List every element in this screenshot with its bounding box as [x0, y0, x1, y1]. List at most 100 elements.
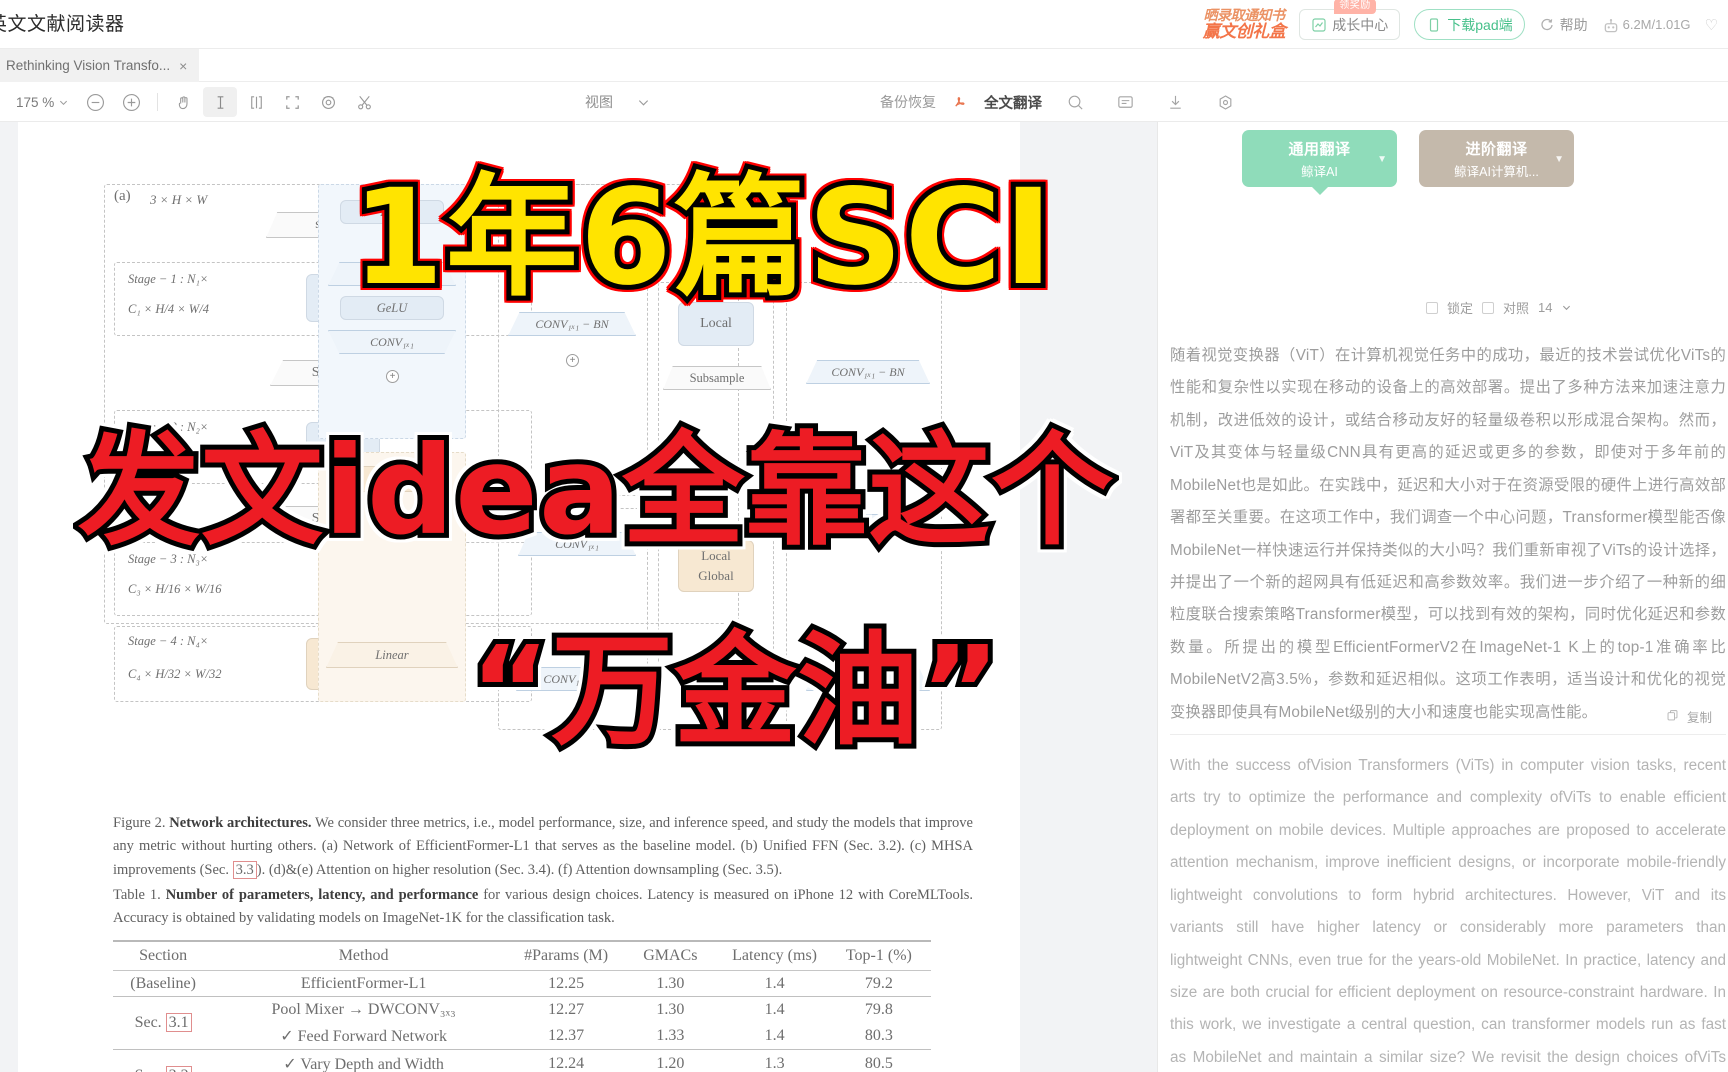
- search-icon[interactable]: [1058, 87, 1092, 117]
- panel-d-conv-label: CONV₁ₓ₁ − BN: [535, 316, 609, 331]
- eye-icon[interactable]: [311, 87, 345, 117]
- head-label: Head: [613, 632, 639, 646]
- figure-panel-e: [658, 282, 774, 730]
- panel-e-local2-label: Local: [701, 548, 731, 563]
- panel-c-conv-label: CONV₁ₓ₁: [555, 536, 599, 551]
- toolbar-divider: [157, 93, 159, 111]
- stage-4-shape: C₄ × H/32 × W/32: [128, 667, 222, 681]
- cell-method: Pool Mixer → DWCONV₃ₓ₃: [213, 996, 514, 1022]
- translation-options-bar: 锁定 对照 14: [1426, 298, 1571, 317]
- split-view-button[interactable]: [239, 87, 273, 117]
- copy-button[interactable]: 复制: [1666, 707, 1712, 726]
- cell-top1: 80.5: [826, 1049, 931, 1072]
- conv-2-label: CONV₁ₓ₁: [370, 334, 414, 349]
- cell-section: Sec. 3.1: [113, 996, 214, 1050]
- zoom-selector[interactable]: 175 %: [8, 95, 76, 110]
- general-translate-button[interactable]: 通用翻译 鲸译AI ▼: [1242, 130, 1397, 187]
- cell-gmacs: 1.30: [618, 996, 723, 1022]
- view-selector[interactable]: 视图: [585, 92, 650, 112]
- panel-c-convbn-label: CONV₁ₓ₁ − BN: [543, 671, 617, 686]
- compare-checkbox[interactable]: [1482, 301, 1495, 314]
- growth-center-button[interactable]: 领奖励 成长中心: [1299, 0, 1401, 40]
- pdf-page: (a) 3 × H × W stem Stage − 1 : N₁× C₁ × …: [18, 122, 1020, 1072]
- tablet-icon: [1426, 17, 1442, 33]
- section-reference-link[interactable]: 3.3: [232, 860, 257, 879]
- zoom-out-button[interactable]: [78, 87, 112, 117]
- cell-section: Sec. 3.2: [113, 1049, 214, 1072]
- pool-label: Pool: [380, 204, 404, 219]
- fullscreen-button[interactable]: [275, 87, 309, 117]
- english-source-text[interactable]: With the success ofVision Transformers (…: [1170, 750, 1726, 1072]
- figure-panel-a-label: (a): [114, 188, 131, 204]
- figure-panel-f: [786, 282, 942, 730]
- chevron-down-icon[interactable]: ▼: [1554, 154, 1564, 165]
- table-header-method: Method: [213, 940, 514, 971]
- font-size-value[interactable]: 14: [1538, 300, 1552, 315]
- backup-restore-button[interactable]: 备份恢复: [880, 92, 936, 112]
- cell-gmacs: 1.33: [656, 1026, 685, 1044]
- chinese-translation-text[interactable]: 随着视觉变换器（ViT）在计算机视觉任务中的成功，最近的技术尝试优化ViTs的性…: [1170, 340, 1726, 729]
- table-row: Sec. 3.1 Pool Mixer → DWCONV₃ₓ₃ 12.27 1.…: [113, 996, 931, 1050]
- view-label: 视图: [585, 94, 613, 110]
- results-table: Section Method #Params (M) GMACs Latency…: [113, 940, 931, 1072]
- cell-method: ✓ Vary Depth and Width: [213, 1049, 514, 1072]
- document-tab[interactable]: Rethinking Vision Transfo... ×: [0, 49, 200, 82]
- table-row: (Baseline) EfficientFormer-L1 12.25 1.30…: [113, 970, 931, 997]
- toolbar-view-group: 视图: [585, 82, 650, 122]
- panel-f-conv-1-label: CONV₁ₓ₁ − BN: [831, 364, 905, 379]
- panel-e-local-label: Local: [700, 316, 732, 331]
- zoom-in-button[interactable]: [114, 87, 148, 117]
- heart-icon[interactable]: ♡: [1705, 16, 1718, 34]
- section-reference-link[interactable]: 3.1: [165, 1013, 192, 1032]
- cell-params: 12.27: [513, 996, 619, 1022]
- text-select-tool-button[interactable]: [203, 87, 238, 117]
- section-reference-link[interactable]: 3.2: [165, 1066, 192, 1072]
- cell-method: ✓ Feed Forward Network: [280, 1027, 447, 1045]
- cell-top1: 80.3: [864, 1026, 893, 1044]
- gelu-label: GeLU: [376, 300, 408, 315]
- stage-3-shape: C₃ × H/16 × W/16: [128, 582, 222, 596]
- panel-f-conv-2-label: CONV₁ₓ₁ − BN: [831, 518, 905, 533]
- general-translate-title: 通用翻译: [1288, 140, 1351, 158]
- scissors-icon[interactable]: [347, 87, 381, 117]
- full-translate-button[interactable]: 全文翻译: [984, 92, 1042, 113]
- storage-indicator[interactable]: 6.2M/1.01G: [1602, 17, 1691, 33]
- figure-input-shape: 3 × H × W: [150, 192, 208, 207]
- advanced-translate-button[interactable]: 进阶翻译 鲸译AI计算机... ▼: [1419, 130, 1574, 187]
- storage-value: 6.2M/1.01G: [1622, 17, 1691, 32]
- cell-section-text: Sec.: [135, 1067, 162, 1072]
- stage-4-name: Stage − 4 : N₄×: [128, 634, 209, 648]
- hand-tool-button[interactable]: [167, 87, 201, 117]
- table-header-top1: Top-1 (%): [826, 940, 931, 971]
- conv-1-label: CONV₁ₓ₁: [370, 266, 414, 281]
- close-icon[interactable]: ×: [179, 58, 187, 74]
- table-caption-line2: is obtained by validating models on Imag…: [172, 910, 615, 927]
- chevron-down-icon[interactable]: ▼: [1377, 154, 1387, 165]
- copy-label: 复制: [1686, 711, 1712, 725]
- stage-3-name: Stage − 3 : N₃×: [128, 552, 209, 566]
- panel-divider: [1170, 734, 1726, 735]
- cell-latency: 1.3: [722, 1049, 827, 1072]
- download-icon[interactable]: [1158, 87, 1192, 117]
- pdf-viewer-pane[interactable]: (a) 3 × H × W stem Stage − 1 : N₁× C₁ × …: [0, 122, 1157, 1072]
- panel-f-conv-3-label: CONV₁ₓ₁ − BN: [831, 671, 905, 686]
- table-header-gmacs: GMACs: [618, 940, 723, 971]
- tab-strip: Rethinking Vision Transfo... ×: [0, 49, 1728, 82]
- pdf-toolbar: 175 % 视图 备份恢复 全文翻译: [0, 82, 1728, 122]
- cell-latency: 1.4: [764, 1026, 785, 1044]
- help-button[interactable]: 帮助: [1539, 15, 1588, 35]
- linear-label: Linear: [375, 647, 409, 662]
- comment-icon[interactable]: [1108, 87, 1142, 117]
- table-caption: Table 1. Number of parameters, latency, …: [113, 884, 973, 931]
- figure-caption: Figure 2. Network architectures. We cons…: [113, 812, 973, 882]
- table-row: Sec. 3.2 ✓ Vary Depth and Width 12.24 1.…: [113, 1049, 931, 1072]
- promo-banner[interactable]: 晒录取通知书 赢文创礼盒: [1203, 8, 1286, 41]
- figure-panel-c-label: (c): [504, 514, 520, 529]
- cell-gmacs: 1.30: [618, 970, 723, 997]
- cell-latency: 1.4: [722, 970, 827, 997]
- lock-checkbox[interactable]: [1426, 301, 1438, 314]
- growth-center-label: 成长中心: [1332, 16, 1389, 33]
- chevron-down-icon: [638, 99, 649, 106]
- download-pad-button[interactable]: 下载pad端: [1414, 9, 1525, 40]
- settings-icon[interactable]: [1208, 87, 1242, 117]
